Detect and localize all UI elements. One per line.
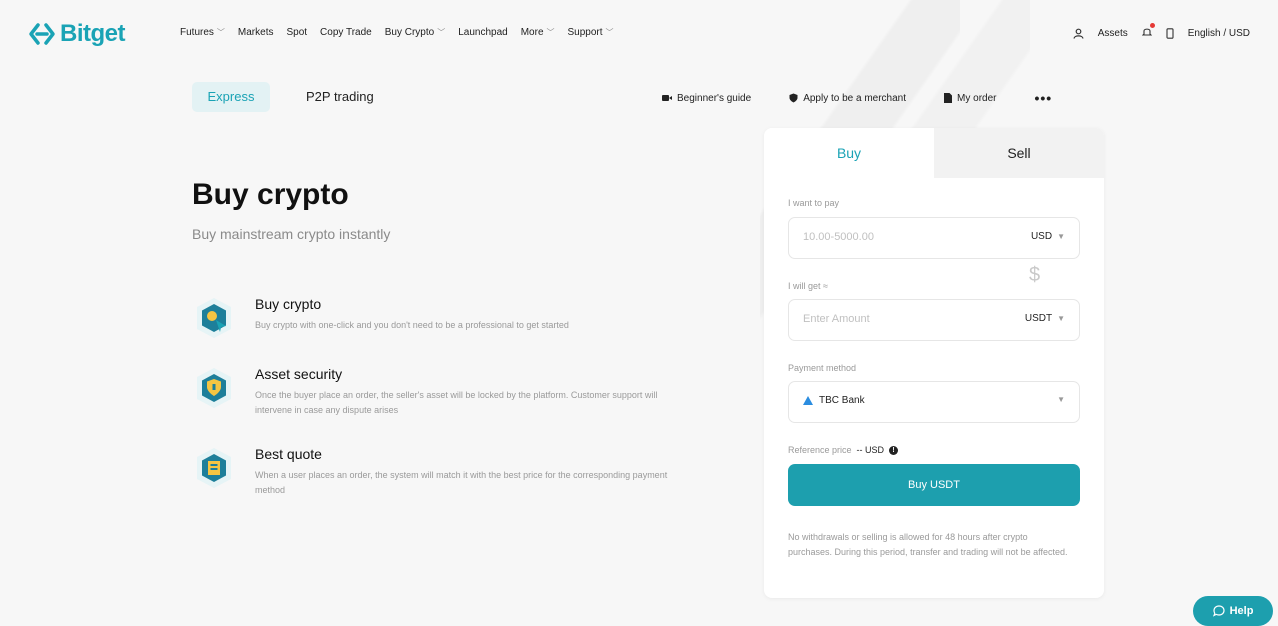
pay-amount-field[interactable]: 10.00-5000.00 USD ▼ bbox=[788, 217, 1080, 259]
nav-item-copy-trade[interactable]: Copy Trade bbox=[320, 27, 372, 38]
get-amount-input[interactable]: Enter Amount bbox=[803, 313, 870, 325]
dollar-icon: $ bbox=[1029, 264, 1041, 286]
caret-down-icon: ▼ bbox=[1057, 232, 1065, 241]
shield-icon bbox=[789, 93, 798, 103]
chevron-down-icon: ﹀ bbox=[605, 28, 614, 37]
reference-price: Reference price -- USD ! bbox=[788, 445, 899, 455]
brand-name: Bitget bbox=[60, 20, 126, 47]
my-order-link[interactable]: My order bbox=[944, 93, 996, 104]
security-shield-icon bbox=[197, 368, 231, 408]
caret-down-icon: ▼ bbox=[1057, 395, 1065, 404]
payment-method-label: Payment method bbox=[788, 363, 857, 373]
feature-description: When a user places an order, the system … bbox=[255, 470, 668, 495]
user-icon[interactable] bbox=[1073, 28, 1084, 39]
notification-badge bbox=[1149, 23, 1155, 28]
tab-express[interactable]: Express bbox=[192, 82, 270, 112]
chevron-down-icon: ﹀ bbox=[216, 28, 225, 37]
feature-title: Asset security bbox=[255, 366, 343, 382]
get-currency-selector[interactable]: USDT ▼ bbox=[1025, 313, 1065, 324]
nav-item-futures[interactable]: Futures ﹀ bbox=[180, 27, 225, 38]
get-label: I will get ≈ bbox=[788, 281, 828, 291]
withdrawal-notice: No withdrawals or selling is allowed for… bbox=[788, 532, 1068, 557]
help-button[interactable]: Help bbox=[1193, 596, 1273, 626]
page-title: Buy crypto bbox=[192, 178, 349, 211]
feature-title: Best quote bbox=[255, 446, 322, 462]
feature-description: Once the buyer place an order, the selle… bbox=[255, 390, 658, 415]
subnav-links: Beginner's guide Apply to be a merchant … bbox=[662, 90, 1052, 106]
chat-bubble-icon bbox=[1212, 605, 1225, 617]
mobile-download-icon[interactable] bbox=[1166, 27, 1174, 39]
tab-buy[interactable]: Buy bbox=[764, 128, 934, 178]
nav-item-buy-crypto[interactable]: Buy Crypto ﹀ bbox=[385, 27, 445, 38]
reference-price-value: -- USD bbox=[856, 445, 885, 455]
apply-merchant-link[interactable]: Apply to be a merchant bbox=[789, 93, 906, 104]
more-options-icon[interactable]: ••• bbox=[1034, 90, 1052, 106]
tab-p2p-trading[interactable]: P2P trading bbox=[306, 82, 374, 112]
buy-usdt-button[interactable]: Buy USDT bbox=[788, 464, 1080, 506]
nav-item-more[interactable]: More ﹀ bbox=[521, 27, 555, 38]
main-menu: Futures ﹀ Markets Spot Copy Trade Buy Cry… bbox=[180, 27, 614, 38]
page-subtitle: Buy mainstream crypto instantly bbox=[192, 226, 391, 242]
nav-item-support[interactable]: Support ﹀ bbox=[568, 27, 614, 38]
chevron-down-icon: ﹀ bbox=[437, 28, 446, 37]
right-navigation: Assets English / USD bbox=[1073, 23, 1250, 40]
best-quote-icon bbox=[197, 448, 231, 488]
feature-title: Buy crypto bbox=[255, 296, 322, 312]
payment-method-select[interactable]: TBC Bank ▼ bbox=[788, 381, 1080, 423]
top-navigation: Bitget Futures ﹀ Markets Spot Copy Trade … bbox=[0, 0, 1278, 72]
caret-down-icon: ▼ bbox=[1057, 314, 1065, 323]
tab-sell[interactable]: Sell bbox=[934, 128, 1104, 178]
beginners-guide-link[interactable]: Beginner's guide bbox=[662, 93, 751, 104]
assets-link[interactable]: Assets bbox=[1098, 28, 1128, 39]
payment-method-value: TBC Bank bbox=[819, 395, 865, 406]
info-icon[interactable]: ! bbox=[889, 445, 899, 455]
notification-bell[interactable] bbox=[1141, 23, 1155, 40]
language-currency-selector[interactable]: English / USD bbox=[1188, 28, 1250, 39]
chevron-down-icon: ﹀ bbox=[546, 28, 555, 37]
document-icon bbox=[944, 93, 953, 103]
pay-currency-selector[interactable]: USD ▼ bbox=[1031, 231, 1065, 242]
rocket-icon bbox=[197, 298, 231, 338]
nav-item-markets[interactable]: Markets bbox=[238, 27, 274, 38]
nav-item-launchpad[interactable]: Launchpad bbox=[458, 27, 508, 38]
buy-sell-tabs: Buy Sell bbox=[764, 128, 1104, 178]
nav-item-spot[interactable]: Spot bbox=[286, 27, 307, 38]
pay-amount-input[interactable]: 10.00-5000.00 bbox=[803, 231, 874, 243]
bitget-logo-icon bbox=[29, 23, 55, 45]
pay-label: I want to pay bbox=[788, 198, 840, 208]
tbc-bank-icon bbox=[803, 396, 813, 405]
bitget-logo[interactable]: Bitget bbox=[28, 20, 126, 48]
get-amount-field[interactable]: Enter Amount USDT ▼ bbox=[788, 299, 1080, 341]
feature-description: Buy crypto with one-click and you don't … bbox=[255, 320, 569, 330]
video-icon bbox=[662, 95, 672, 101]
trade-card: Buy Sell I want to pay 10.00-5000.00 USD… bbox=[764, 128, 1104, 598]
